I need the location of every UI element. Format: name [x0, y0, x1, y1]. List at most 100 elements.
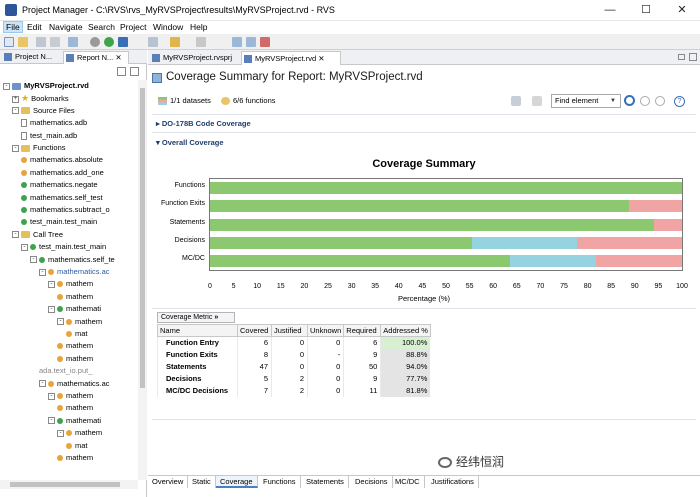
tree-item[interactable]: mathematics.negate [21, 179, 98, 191]
view-icon[interactable] [232, 37, 242, 47]
column-header[interactable]: Required [343, 324, 382, 337]
tree-item[interactable]: mathem [57, 340, 93, 352]
tree-item[interactable]: mat [66, 328, 88, 340]
datasets-count[interactable]: 1/1 datasets [170, 96, 211, 105]
tree-item[interactable]: mathem [57, 353, 93, 365]
column-header[interactable]: Covered [237, 324, 272, 337]
chevron-down-icon[interactable]: ▼ [610, 98, 616, 104]
bottom-tab-static[interactable]: Static [188, 476, 216, 488]
tab-rvsprj[interactable]: MyRVSProject.rvsprj [150, 51, 240, 65]
nav-icon[interactable] [148, 37, 158, 47]
collapse-icon[interactable]: - [12, 231, 19, 239]
tree-item[interactable]: - MyRVSProject.rvd [3, 80, 89, 92]
functions-count[interactable]: 6/6 functions [233, 96, 276, 105]
collapse-icon[interactable]: - [39, 380, 46, 388]
tree-item[interactable]: - Source Files [12, 105, 75, 117]
menu-search[interactable]: Search [88, 22, 115, 32]
collapse-icon[interactable]: - [57, 429, 64, 437]
section-overall[interactable]: ▾ Overall Coverage [156, 138, 224, 147]
tree-item[interactable]: - mathem [57, 427, 102, 439]
new-icon[interactable] [4, 37, 14, 47]
build-icon[interactable] [118, 37, 128, 47]
forward-arrow-icon[interactable] [196, 37, 206, 47]
tree-item[interactable]: mat [66, 440, 88, 452]
layout-icon[interactable] [246, 37, 256, 47]
expand-icon[interactable]: + [12, 95, 19, 103]
tree-item[interactable]: - mathematics.ac [39, 266, 110, 278]
tree-item[interactable]: test_main.test_main [21, 216, 97, 228]
collapse-all-icon[interactable] [117, 67, 126, 76]
menu-file[interactable]: File [3, 21, 23, 33]
collapse-icon[interactable]: - [48, 280, 55, 288]
tree-item[interactable]: mathematics.subtract_o [21, 204, 110, 216]
tab-project-navigator[interactable]: Project N... [2, 51, 62, 64]
bottom-tab-coverage[interactable]: Coverage [216, 476, 258, 488]
table-row[interactable]: Decisions 5 2 0 9 77.7% [157, 372, 431, 385]
collapse-icon[interactable]: - [48, 305, 55, 313]
collapse-icon[interactable]: - [39, 268, 46, 276]
tree-item[interactable]: - mathematics.ac [39, 378, 110, 390]
search-icon[interactable] [624, 95, 635, 106]
menu-navigate[interactable]: Navigate [49, 22, 83, 32]
tree-item[interactable]: - mathematics.self_te [30, 254, 115, 266]
collapse-icon[interactable]: - [3, 82, 10, 90]
report-icon[interactable] [260, 37, 270, 47]
tree-item[interactable]: test_main.adb [21, 130, 77, 142]
menu-help[interactable]: Help [190, 22, 207, 32]
tree-item[interactable]: mathematics.adb [21, 117, 87, 129]
close-icon[interactable]: ✕ [318, 54, 324, 63]
tab-rvd[interactable]: MyRVSProject.rvd ✕ [241, 51, 341, 65]
minimize-button[interactable]: — [592, 0, 628, 21]
tree-item[interactable]: - mathem [57, 316, 102, 328]
tree-item[interactable]: - mathem [48, 390, 93, 402]
tree-item[interactable]: mathem [57, 452, 93, 464]
bottom-tab-justifications[interactable]: Justifications [427, 476, 479, 488]
collapse-icon[interactable]: - [48, 392, 55, 400]
tree-item[interactable]: - test_main.test_main [21, 241, 106, 253]
column-header[interactable]: Name [157, 324, 238, 337]
tree-item[interactable]: mathematics.absolute [21, 154, 103, 166]
window-icon[interactable] [68, 37, 78, 47]
table-row[interactable]: MC/DC Decisions 7 2 0 11 81.8% [157, 384, 431, 397]
wrench-icon[interactable] [511, 96, 521, 106]
minimize-view-icon[interactable] [678, 54, 685, 60]
table-row[interactable]: Function Entry 6 0 0 6 100.0% [157, 336, 431, 349]
run-icon[interactable] [104, 37, 114, 47]
table-row[interactable]: Statements 47 0 0 50 94.0% [157, 360, 431, 373]
tree-item[interactable]: mathem [57, 402, 93, 414]
maximize-button[interactable]: ☐ [628, 0, 664, 21]
tree-item[interactable]: - Call Tree [12, 229, 63, 241]
collapse-icon[interactable]: - [30, 256, 37, 264]
menu-edit[interactable]: Edit [27, 22, 42, 32]
close-button[interactable]: ✕ [664, 0, 700, 21]
collapse-icon[interactable]: - [57, 318, 64, 326]
collapse-icon[interactable]: - [21, 243, 28, 251]
previous-icon[interactable] [640, 96, 650, 106]
bottom-tab-overview[interactable]: Overview [148, 476, 189, 488]
close-icon[interactable]: ✕ [115, 53, 121, 62]
tree-horizontal-scroll-thumb[interactable] [10, 482, 120, 487]
column-header[interactable]: Addressed % [380, 324, 431, 337]
tree-item[interactable]: - mathemati [48, 415, 101, 427]
tab-report-navigator[interactable]: Report N... ✕ [63, 51, 129, 64]
tree-item[interactable]: + ★ Bookmarks [12, 92, 69, 104]
tree-item[interactable]: mathem [57, 291, 93, 303]
coverage-metric-button[interactable]: Coverage Metric » [157, 312, 235, 323]
column-header[interactable]: Justified [271, 324, 308, 337]
collapse-icon[interactable]: - [48, 417, 55, 425]
table-row[interactable]: Function Exits 8 0-9 88.8% [157, 348, 431, 361]
collapse-icon[interactable]: - [12, 144, 19, 152]
menu-window[interactable]: Window [153, 22, 183, 32]
gear-icon[interactable] [90, 37, 100, 47]
tree-item[interactable]: - Functions [12, 142, 66, 154]
maximize-view-icon[interactable] [689, 53, 697, 61]
tree-item[interactable]: - mathem [48, 278, 93, 290]
tree-item[interactable]: mathematics.add_one [21, 167, 104, 179]
bottom-tab-statements[interactable]: Statements [302, 476, 349, 488]
bottom-tab-mcdc[interactable]: MC/DC [391, 476, 425, 488]
save-icon[interactable] [36, 37, 46, 47]
bottom-tab-functions[interactable]: Functions [259, 476, 301, 488]
tree-item[interactable]: - mathemati [48, 303, 101, 315]
help-icon[interactable]: ? [674, 96, 685, 107]
tree-item[interactable]: ada.text_io.put_ [39, 365, 92, 377]
